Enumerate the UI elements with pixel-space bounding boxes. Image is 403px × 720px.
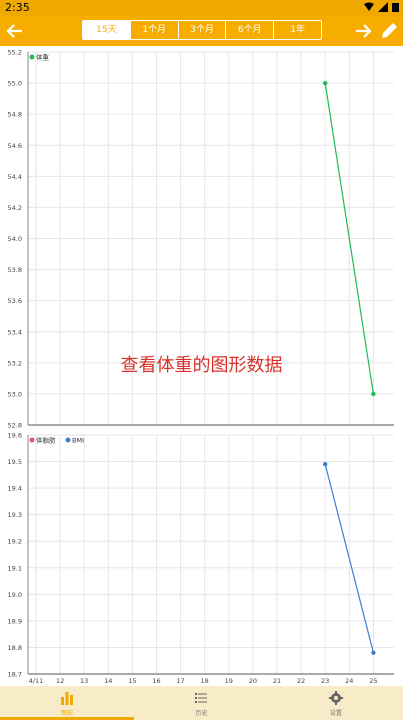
bmi-xtick-label: 23 xyxy=(321,677,329,685)
tab-6-months[interactable]: 6个月 xyxy=(226,21,275,39)
tab-1-month[interactable]: 1个月 xyxy=(131,21,179,39)
battery-icon xyxy=(392,3,399,12)
bmi-xtick-label: 18 xyxy=(201,677,209,685)
bmi-xtick-label: 25 xyxy=(369,677,377,685)
weight-ytick-label: 53.8 xyxy=(8,266,22,274)
weight-data-point xyxy=(323,80,328,86)
bmi-xtick-label: 20 xyxy=(249,677,257,685)
bmi-data-point xyxy=(371,650,376,655)
nav-settings-label: 设置 xyxy=(329,710,342,717)
list-icon xyxy=(195,693,208,703)
bmi-legend-marker xyxy=(65,437,71,443)
bmi-ytick-label: 18.7 xyxy=(8,671,22,679)
weight-ytick-label: 54.8 xyxy=(8,111,22,119)
tab-3-months[interactable]: 3个月 xyxy=(179,21,227,39)
nav-history[interactable]: 历史 xyxy=(134,686,268,720)
body-index-chart: 18.7 18.8 18.9 19.0 19.1 19.2 19.3 19.4 19.5 19.6… xyxy=(0,429,403,686)
weight-ytick-label: 55.2 xyxy=(8,49,22,57)
weight-ytick-label: 53.4 xyxy=(8,328,22,336)
wifi-icon xyxy=(364,2,374,11)
bmi-ytick-label: 19.0 xyxy=(8,591,22,599)
bmi-xtick-label: 4/11 xyxy=(29,677,44,685)
bmi-legend-marker xyxy=(29,437,35,443)
signal-icon xyxy=(378,2,388,12)
bmi-ytick-label: 19.2 xyxy=(8,538,22,546)
weight-ytick-label: 53.6 xyxy=(8,297,22,305)
weight-data-point xyxy=(371,391,376,397)
bmi-data-point xyxy=(323,462,328,467)
bar-chart-icon xyxy=(61,692,74,705)
weight-ytick-label: 55.0 xyxy=(8,80,22,88)
weight-ytick-label: 54.4 xyxy=(8,173,22,181)
body-index-chart-svg: 18.7 18.8 18.9 19.0 19.1 19.2 19.3 19.4 19.5 19.6… xyxy=(8,432,394,685)
bmi-xtick-label: 16 xyxy=(152,677,160,685)
weight-ytick-label: 53.0 xyxy=(8,390,22,398)
bmi-xtick-label: 24 xyxy=(345,677,353,685)
status-bar: 2:35 xyxy=(0,0,403,16)
bmi-ytick-label: 18.8 xyxy=(8,644,22,652)
status-time: 2:35 xyxy=(5,1,30,14)
bmi-ytick-label: 19.5 xyxy=(8,458,22,466)
nav-chart-label: 图形 xyxy=(61,710,74,717)
weight-ytick-label: 54.2 xyxy=(8,204,22,212)
bmi-xtick-label: 14 xyxy=(104,677,112,685)
tab-15-days[interactable]: 15天 xyxy=(83,21,131,39)
bmi-xtick-label: 22 xyxy=(297,677,305,685)
period-tabs: 15天 1个月 3个月 6个月 1年 xyxy=(82,20,322,40)
bmi-ytick-label: 19.3 xyxy=(8,511,22,519)
weight-legend-marker xyxy=(29,54,35,60)
forward-arrow-icon[interactable] xyxy=(352,20,374,42)
bmi-xtick-label: 12 xyxy=(56,677,64,685)
bmi-ytick-label: 18.9 xyxy=(8,617,22,625)
bmi-ytick-label: 19.4 xyxy=(8,485,22,493)
bmi-legend-label: BMI xyxy=(72,437,84,445)
gear-icon xyxy=(328,691,343,705)
status-icons xyxy=(364,2,399,12)
pencil-icon[interactable] xyxy=(379,20,399,42)
app-bar: 15天 1个月 3个月 6个月 1年 xyxy=(0,16,403,46)
bmi-legend-label: 体脂肪 xyxy=(36,436,56,445)
weight-legend-label: 体重 xyxy=(36,53,50,62)
bmi-xtick-label: 21 xyxy=(273,677,281,685)
nav-chart[interactable]: 图形 xyxy=(0,686,135,720)
weight-ytick-label: 54.0 xyxy=(8,235,22,243)
tab-1-year[interactable]: 1年 xyxy=(274,21,321,39)
back-arrow-icon[interactable] xyxy=(4,20,26,42)
bmi-xtick-label: 13 xyxy=(80,677,88,685)
bottom-navigation: 图形 历史 设置 xyxy=(0,686,403,720)
weight-ytick-label: 54.6 xyxy=(8,142,22,150)
weight-ytick-label: 52.8 xyxy=(8,422,22,430)
nav-settings[interactable]: 设置 xyxy=(269,686,403,720)
bmi-ytick-label: 19.6 xyxy=(8,432,22,440)
bmi-xtick-label: 19 xyxy=(225,677,233,685)
nav-history-label: 历史 xyxy=(195,710,208,717)
bmi-ytick-label: 19.1 xyxy=(8,564,22,572)
bmi-xtick-label: 15 xyxy=(128,677,136,685)
overlay-caption: 查看体重的图形数据 xyxy=(120,355,283,376)
bmi-xtick-label: 17 xyxy=(176,677,184,685)
